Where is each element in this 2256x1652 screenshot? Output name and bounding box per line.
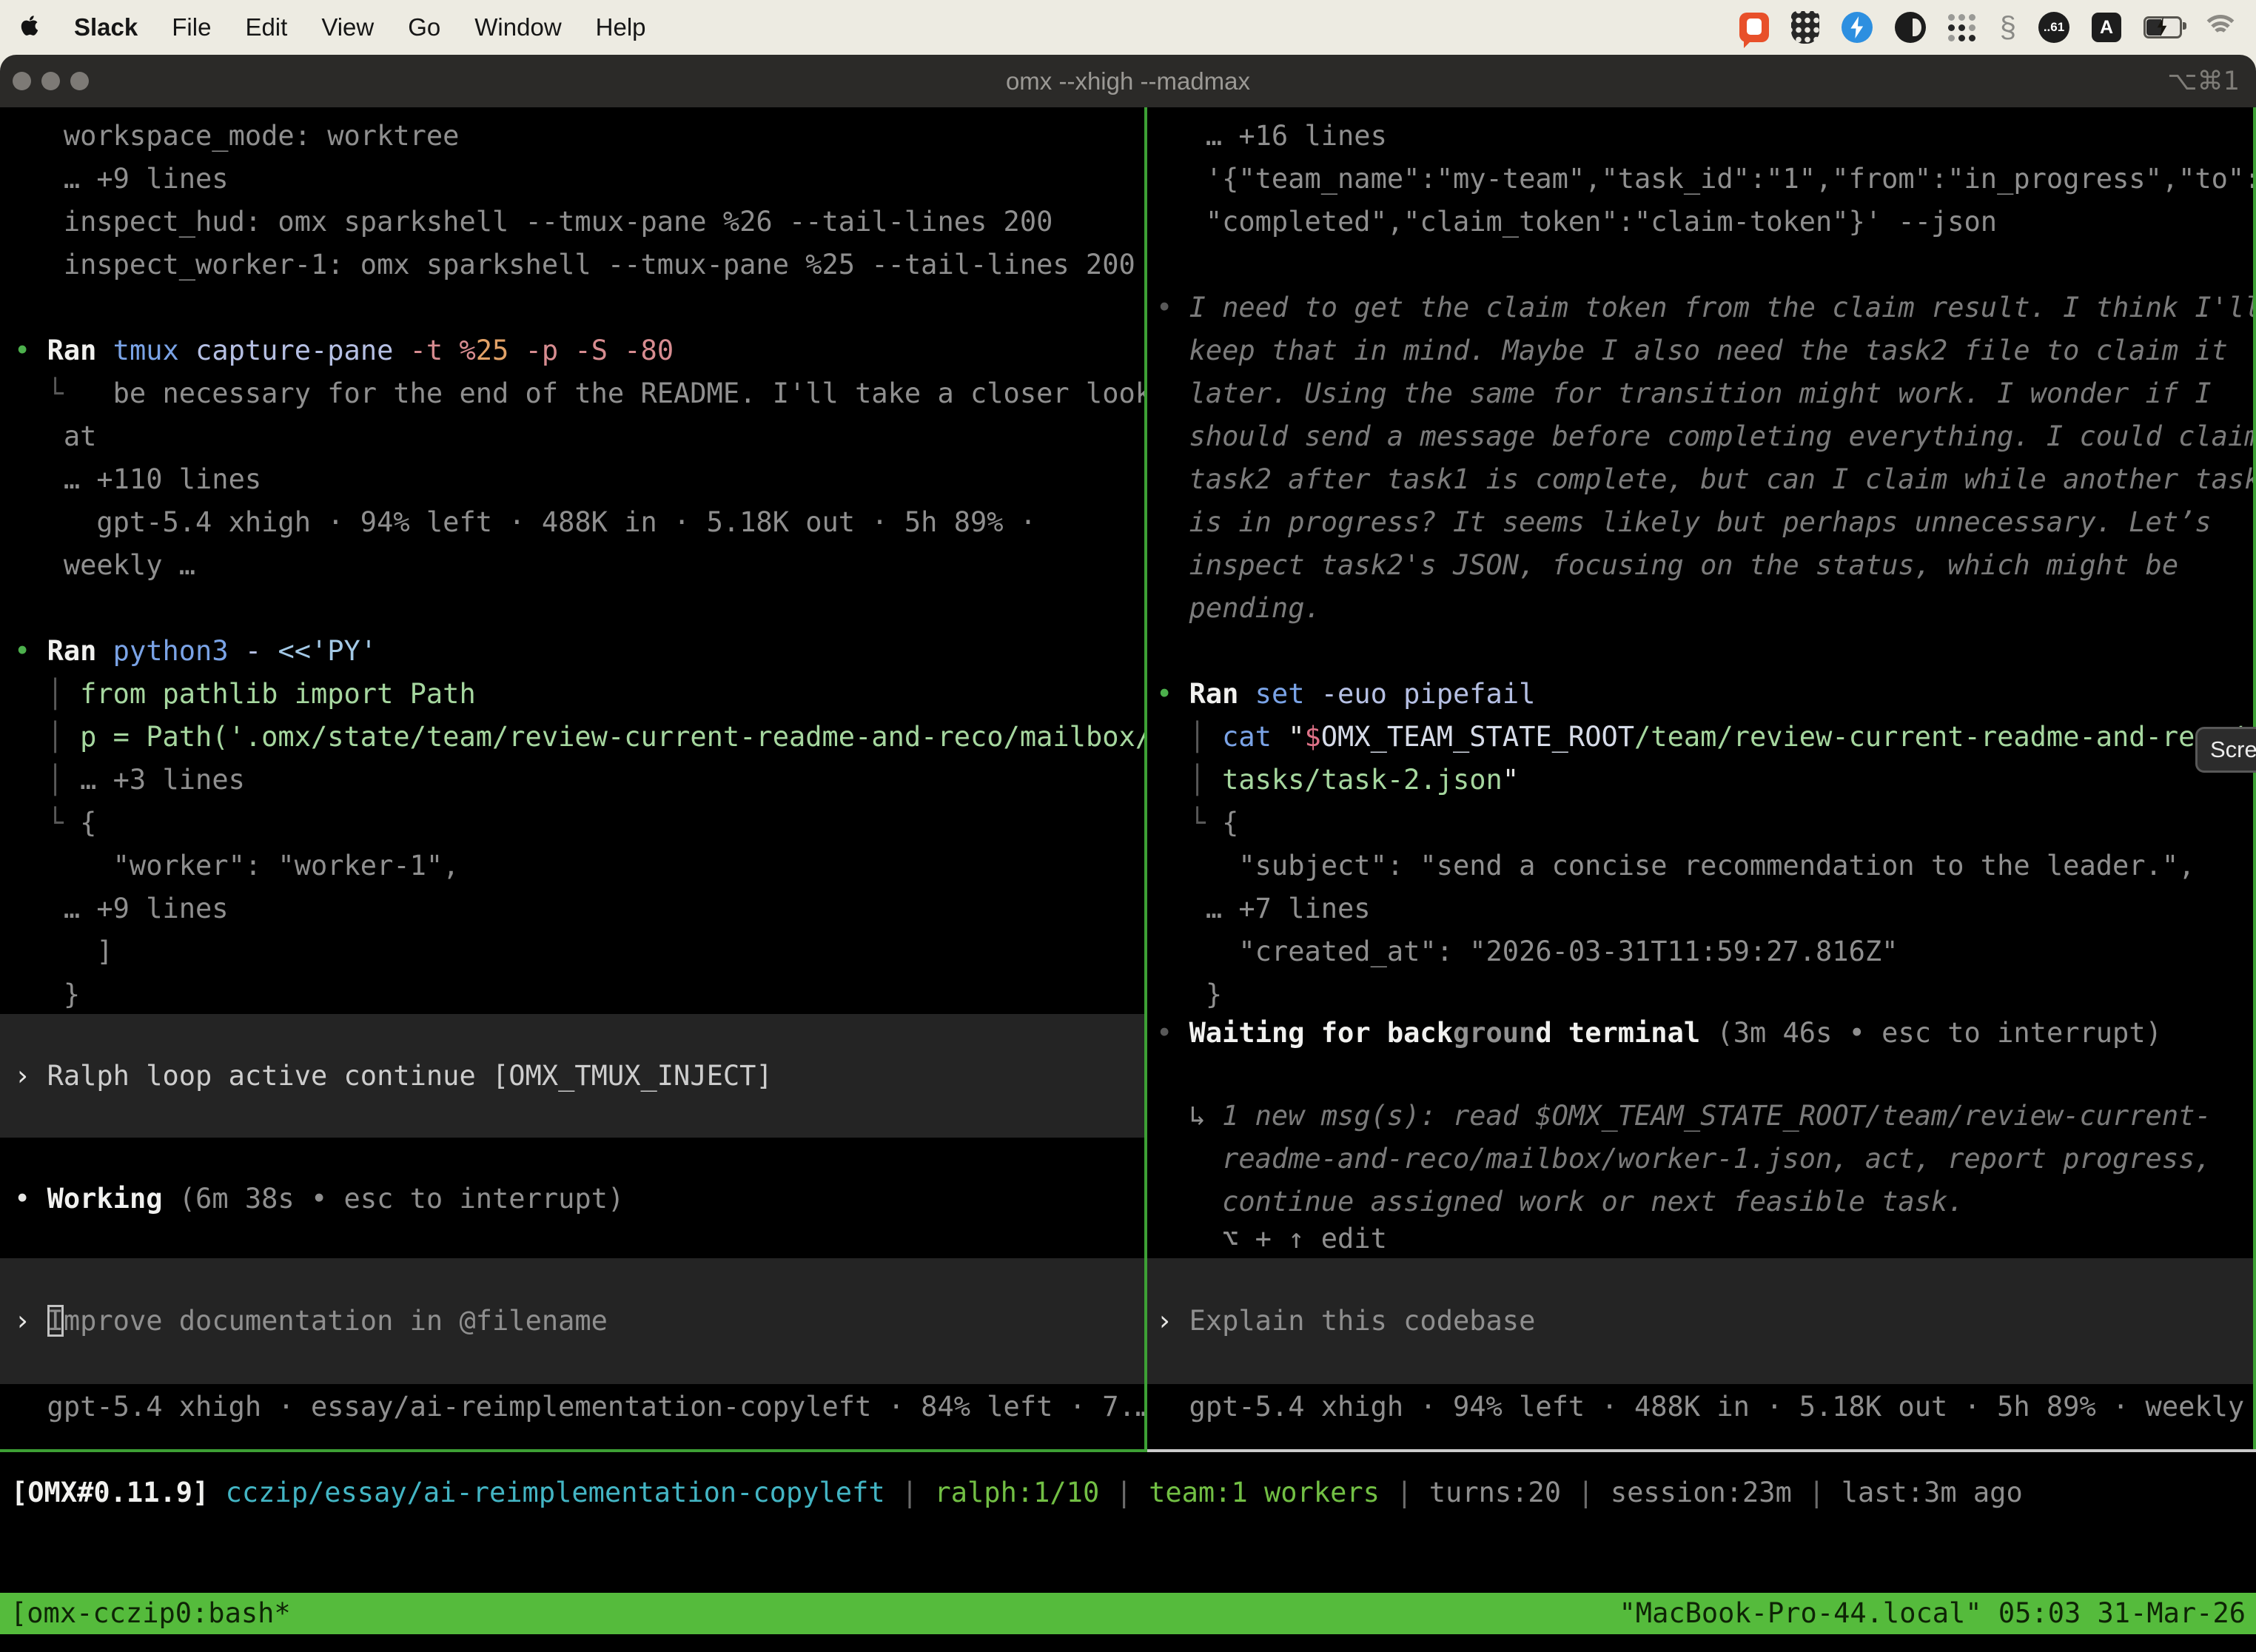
omx-status-line: [OMX#0.11.9] cczip/essay/ai-reimplementa… [11,1471,2254,1514]
terminal-row: gpt-5.4 xhigh · essay/ai-reimplementatio… [14,1386,1144,1428]
tmux-status-bar: [omx-cczip0:bash* "MacBook-Pro-44.local"… [0,1593,2256,1634]
waiting-status-line: • Waiting for background terminal (3m 46… [1156,1012,2162,1055]
terminal-row: later. Using the same for transition mig… [1156,372,2256,415]
tmux-session-window[interactable]: [omx-cczip0:bash* [10,1593,291,1634]
shield-grid-icon[interactable] [1791,11,1819,44]
pane-divider[interactable] [1144,107,1147,1452]
terminal-row: inspect task2's JSON, focusing on the st… [1156,544,2256,587]
terminal-row: pending. [1156,587,2256,630]
terminal-row: … +7 lines [1156,887,2256,930]
mailbox-notification: ↳ 1 new msg(s): read $OMX_TEAM_STATE_ROO… [1156,1095,2212,1223]
dots-grid-icon[interactable] [1948,13,1978,42]
squiggle-icon[interactable]: § [2000,13,2016,42]
window-title-bar: omx --xhigh --madmax ⌥⌘1 [0,55,2256,107]
chat-app-icon[interactable] [1739,13,1769,42]
terminal-row: ↳ 1 new msg(s): read $OMX_TEAM_STATE_ROO… [1156,1095,2212,1138]
left-pane-bottom-border [0,1449,1144,1452]
terminal-row: • Ran set -euo pipefail [1156,673,2256,716]
terminal-row: keep that in mind. Maybe I also need the… [1156,329,2256,372]
terminal-row: inspect_worker-1: omx sparkshell --tmux-… [14,244,1144,286]
left-terminal-pane[interactable]: workspace_mode: worktree … +9 lines insp… [0,107,1144,1449]
terminal-row: weekly … [14,544,1144,587]
tmux-host-clock: "MacBook-Pro-44.local" 05:03 31-Mar-26 [1619,1593,2246,1634]
terminal-row: should send a message before completing … [1156,415,2256,458]
terminal-row: inspect_hud: omx sparkshell --tmux-pane … [14,201,1144,244]
right-pane-output: … +16 lines '{"team_name":"my-team","tas… [1156,115,2256,1016]
terminal-row: "worker": "worker-1", [14,845,1144,887]
working-status-line: • Working (6m 38s • esc to interrupt) [14,1178,624,1220]
terminal-row: │ cat "$OMX_TEAM_STATE_ROOT/team/review-… [1156,716,2256,759]
left-prompt-input[interactable]: › Improve documentation in @filename [0,1258,1144,1384]
terminal-row: '{"team_name":"my-team","task_id":"1","f… [1156,158,2256,201]
edit-keyboard-hint: ⌥ + ↑ edit [1156,1218,1387,1260]
window-shortcut-hint: ⌥⌘1 [2167,55,2240,107]
terminal-row: └ { [14,802,1144,845]
terminal-row [1156,244,2256,286]
terminal-content: workspace_mode: worktree … +9 lines insp… [0,107,2256,1652]
screenshot-tooltip: Scre [2195,727,2256,773]
wifi-icon[interactable] [2204,15,2237,40]
terminal-row: … +16 lines [1156,115,2256,158]
terminal-row: • I need to get the claim token from the… [1156,286,2256,329]
terminal-row: is in progress? It seems likely but perh… [1156,501,2256,544]
terminal-row: } [1156,973,2256,1016]
terminal-row: │ tasks/task-2.json" [1156,759,2256,802]
menu-item-view[interactable]: View [321,13,374,41]
terminal-row: │ … +3 lines [14,759,1144,802]
terminal-row: at [14,415,1144,458]
input-source-icon[interactable]: A [2092,13,2121,42]
inject-status-box: › Ralph loop active continue [OMX_TMUX_I… [0,1014,1144,1138]
terminal-row: • Working (6m 38s • esc to interrupt) [14,1178,624,1220]
terminal-row: "completed","claim_token":"claim-token"}… [1156,201,2256,244]
apple-menu-icon[interactable] [19,15,40,40]
terminal-row: readme-and-reco/mailbox/worker-1.json, a… [1156,1138,2212,1181]
menu-item-file[interactable]: File [172,13,211,41]
terminal-row: gpt-5.4 xhigh · 94% left · 488K in · 5.1… [14,501,1144,544]
terminal-row: … +9 lines [14,887,1144,930]
left-pane-output: workspace_mode: worktree … +9 lines insp… [14,115,1144,1016]
terminal-row: │ from pathlib import Path [14,673,1144,716]
terminal-row: • Ran tmux capture-pane -t %25 -p -S -80 [14,329,1144,372]
terminal-row: • Ran python3 - <<'PY' [14,630,1144,673]
menu-item-help[interactable]: Help [596,13,646,41]
terminal-row: } [14,973,1144,1016]
right-session-status: gpt-5.4 xhigh · 94% left · 488K in · 5.1… [1156,1386,2256,1428]
terminal-row: "created_at": "2026-03-31T11:59:27.816Z" [1156,930,2256,973]
terminal-row: ⌥ + ↑ edit [1156,1218,1387,1260]
window-title: omx --xhigh --madmax [0,55,2256,107]
terminal-row: task2 after task1 is complete, but can I… [1156,458,2256,501]
battery-icon[interactable] [2143,16,2182,38]
terminal-row: └ { [1156,802,2256,845]
blue-bolt-icon[interactable] [1842,12,1873,43]
menu-item-go[interactable]: Go [408,13,440,41]
terminal-row: "subject": "send a concise recommendatio… [1156,845,2256,887]
terminal-row [1156,630,2256,673]
crescent-app-icon[interactable] [1895,12,1926,43]
terminal-row [14,587,1144,630]
right-terminal-pane[interactable]: … +16 lines '{"team_name":"my-team","tas… [1147,107,2256,1449]
menu-item-window[interactable]: Window [474,13,561,41]
terminal-row: … +110 lines [14,458,1144,501]
left-session-status: gpt-5.4 xhigh · essay/ai-reimplementatio… [14,1386,1144,1428]
right-edge-border [2253,107,2256,1452]
menu-item-edit[interactable]: Edit [245,13,287,41]
menu-app-name[interactable]: Slack [74,13,138,41]
terminal-row: … +9 lines [14,158,1144,201]
terminal-row: • Waiting for background terminal (3m 46… [1156,1012,2162,1055]
count-badge-icon[interactable]: ..61 [2038,12,2069,43]
terminal-row: └ be necessary for the end of the README… [14,372,1144,415]
right-pane-bottom-border [1147,1449,2256,1452]
terminal-row: workspace_mode: worktree [14,115,1144,158]
terminal-row: ] [14,930,1144,973]
terminal-row [14,286,1144,329]
terminal-row: │ p = Path('.omx/state/team/review-curre… [14,716,1144,759]
terminal-row: gpt-5.4 xhigh · 94% left · 488K in · 5.1… [1156,1386,2256,1428]
right-prompt-input[interactable]: › Explain this codebase [1147,1258,2256,1384]
